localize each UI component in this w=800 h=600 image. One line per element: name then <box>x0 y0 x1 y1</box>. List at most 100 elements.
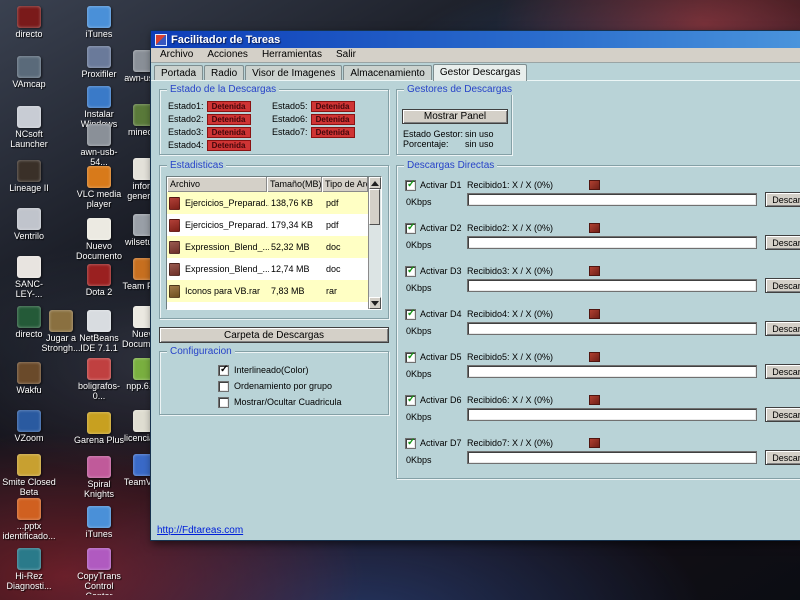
download-file-icon <box>589 352 600 362</box>
speed-label: 0Kbps <box>406 326 432 336</box>
stats-group: Estadisticas ArchivoTamaño(MB)Tipo de Ar… <box>159 165 389 319</box>
progress-bar <box>467 408 757 421</box>
carpeta-descargas-button[interactable]: Carpeta de Descargas <box>159 327 389 343</box>
descargar-button[interactable]: Descargar <box>765 321 800 336</box>
download-row-header: Activar D2 Recibido2: X / X (0%) <box>405 221 800 235</box>
checkbox[interactable] <box>218 397 229 408</box>
descargar-button[interactable]: Descargar <box>765 192 800 207</box>
activar-label: Activar D1 <box>420 180 462 190</box>
desktop-icon-ventrilo[interactable]: Ventrilo <box>2 208 56 242</box>
descargar-button[interactable]: Descargar <box>765 364 800 379</box>
config-option-mostrar-ocultar-cuadricula[interactable]: Mostrar/Ocultar Cuadricula <box>218 396 342 408</box>
desktop-icon-sanc-ley[interactable]: SANC-LEY-... <box>2 256 56 300</box>
desktop-icon-directo[interactable]: directo <box>2 6 56 40</box>
desktop-icon-lineage-ii[interactable]: Lineage II <box>2 160 56 194</box>
awn-usb-54-icon <box>87 124 111 146</box>
estado-row: Estado7:Detenida <box>272 127 355 137</box>
estado-row: Estado4:Detenida <box>168 140 251 150</box>
menubar: ArchivoAccionesHerramientasSalir <box>151 48 800 63</box>
checkbox[interactable] <box>218 381 229 392</box>
table-row[interactable]: Ejercicios_Preparad...179,34 KBpdf <box>167 214 368 236</box>
desktop-icon-smite-closed-beta[interactable]: Smite Closed Beta <box>2 454 56 498</box>
table-scrollbar[interactable] <box>368 177 381 309</box>
smite-closed-beta-icon <box>17 454 41 476</box>
titlebar[interactable]: Facilitador de Tareas <box>151 31 800 48</box>
recibido-label: Recibido2: X / X (0%) <box>467 223 553 233</box>
vzoom-icon <box>17 410 41 432</box>
descargar-button[interactable]: Descargar <box>765 407 800 422</box>
estado-badge: Detenida <box>207 140 251 151</box>
speed-label: 0Kbps <box>406 197 432 207</box>
desktop-icon-vzoom[interactable]: VZoom <box>2 410 56 444</box>
pptx-identificado-icon <box>17 498 41 520</box>
download-row-2: Activar D2 Recibido2: X / X (0%) 0Kbps Desc… <box>405 221 800 264</box>
activar-checkbox[interactable] <box>405 309 416 320</box>
column-header-tipo-de-archivo[interactable]: Tipo de Archivo <box>322 177 368 192</box>
checkbox[interactable] <box>218 365 229 376</box>
tab-almacenamiento[interactable]: Almacenamiento <box>343 65 431 80</box>
speed-label: 0Kbps <box>406 240 432 250</box>
desktop-icon-hi-rez-diagnosti[interactable]: Hi-Rez Diagnosti... <box>2 548 56 592</box>
descargar-button[interactable]: Descargar <box>765 450 800 465</box>
scroll-up-icon[interactable] <box>369 177 381 189</box>
config-option-ordenamiento-por-grupo[interactable]: Ordenamiento por grupo <box>218 380 342 392</box>
menu-archivo[interactable]: Archivo <box>153 48 200 62</box>
website-link[interactable]: http://Fdtareas.com <box>157 525 243 536</box>
instalar-windows-icon <box>87 86 111 108</box>
activar-label: Activar D2 <box>420 223 462 233</box>
menu-acciones[interactable]: Acciones <box>200 48 255 62</box>
scrollbar-thumb[interactable] <box>369 189 380 225</box>
activar-checkbox[interactable] <box>405 266 416 277</box>
estado-row: Estado2:Detenida <box>168 114 251 124</box>
descargar-button[interactable]: Descargar <box>765 278 800 293</box>
config-group-title: Configuracion <box>167 346 235 357</box>
estado-row: Estado3:Detenida <box>168 127 251 137</box>
config-option-interlineado-color[interactable]: Interlineado(Color) <box>218 364 342 376</box>
activar-checkbox[interactable] <box>405 223 416 234</box>
mostrar-panel-button[interactable]: Mostrar Panel <box>402 109 508 124</box>
desktop-icon-itunes[interactable]: iTunes <box>72 6 126 40</box>
descargar-button[interactable]: Descargar <box>765 235 800 250</box>
menu-salir[interactable]: Salir <box>329 48 363 62</box>
proxifiler-icon <box>87 46 111 68</box>
estado-group: Estado de la Descargas Estado1:DetenidaE… <box>159 89 389 155</box>
table-row[interactable]: Expression_Blend_...12,74 MBdoc <box>167 258 368 280</box>
tab-visor-de-imagenes[interactable]: Visor de Imagenes <box>245 65 342 80</box>
activar-checkbox[interactable] <box>405 438 416 449</box>
speed-label: 0Kbps <box>406 412 432 422</box>
desktop-icon-vamcap[interactable]: VAmcap <box>2 56 56 90</box>
activar-label: Activar D4 <box>420 309 462 319</box>
desktop-icon-pptx-identificado[interactable]: ...pptx identificado... <box>2 498 56 542</box>
desktop-icon-label: Smite Closed Beta <box>2 478 56 498</box>
activar-checkbox[interactable] <box>405 352 416 363</box>
scroll-down-icon[interactable] <box>369 297 381 309</box>
desktop-icon-itunes[interactable]: iTunes <box>72 506 126 540</box>
estado-label: Estado3: <box>168 127 204 137</box>
file-size: 138,76 KB <box>269 198 324 208</box>
estado-label: Estado5: <box>272 101 308 111</box>
desktop-icon-copytrans-control-center[interactable]: CopyTrans Control Center <box>72 548 126 595</box>
doc-file-icon <box>169 263 180 276</box>
desktop-icon-wakfu[interactable]: Wakfu <box>2 362 56 396</box>
desktop-icon-label: SANC-LEY-... <box>2 280 56 300</box>
column-header-tama-o-mb[interactable]: Tamaño(MB) <box>267 177 322 192</box>
desktop-icon-label: NCsoft Launcher <box>2 130 56 150</box>
column-header-archivo[interactable]: Archivo <box>167 177 267 192</box>
tab-gestor-descargas[interactable]: Gestor Descargas <box>433 64 528 81</box>
scrollbar-track[interactable] <box>369 189 381 297</box>
table-row[interactable]: Iconos para VB.rar7,83 MBrar <box>167 280 368 302</box>
download-file-icon <box>589 395 600 405</box>
table-row[interactable]: Ejercicios_Preparad...138,76 KBpdf <box>167 192 368 214</box>
table-row[interactable]: Expression_Blend_...52,32 MBdoc <box>167 236 368 258</box>
activar-checkbox[interactable] <box>405 180 416 191</box>
recibido-label: Recibido3: X / X (0%) <box>467 266 553 276</box>
estado-badge: Detenida <box>311 114 355 125</box>
desktop-icon-label: ...pptx identificado... <box>2 522 56 542</box>
sanc-ley-icon <box>17 256 41 278</box>
estado-row: Estado1:Detenida <box>168 101 251 111</box>
menu-herramientas[interactable]: Herramientas <box>255 48 329 62</box>
tab-radio[interactable]: Radio <box>204 65 244 80</box>
desktop-icon-ncsoft-launcher[interactable]: NCsoft Launcher <box>2 106 56 150</box>
tab-portada[interactable]: Portada <box>154 65 203 80</box>
activar-checkbox[interactable] <box>405 395 416 406</box>
